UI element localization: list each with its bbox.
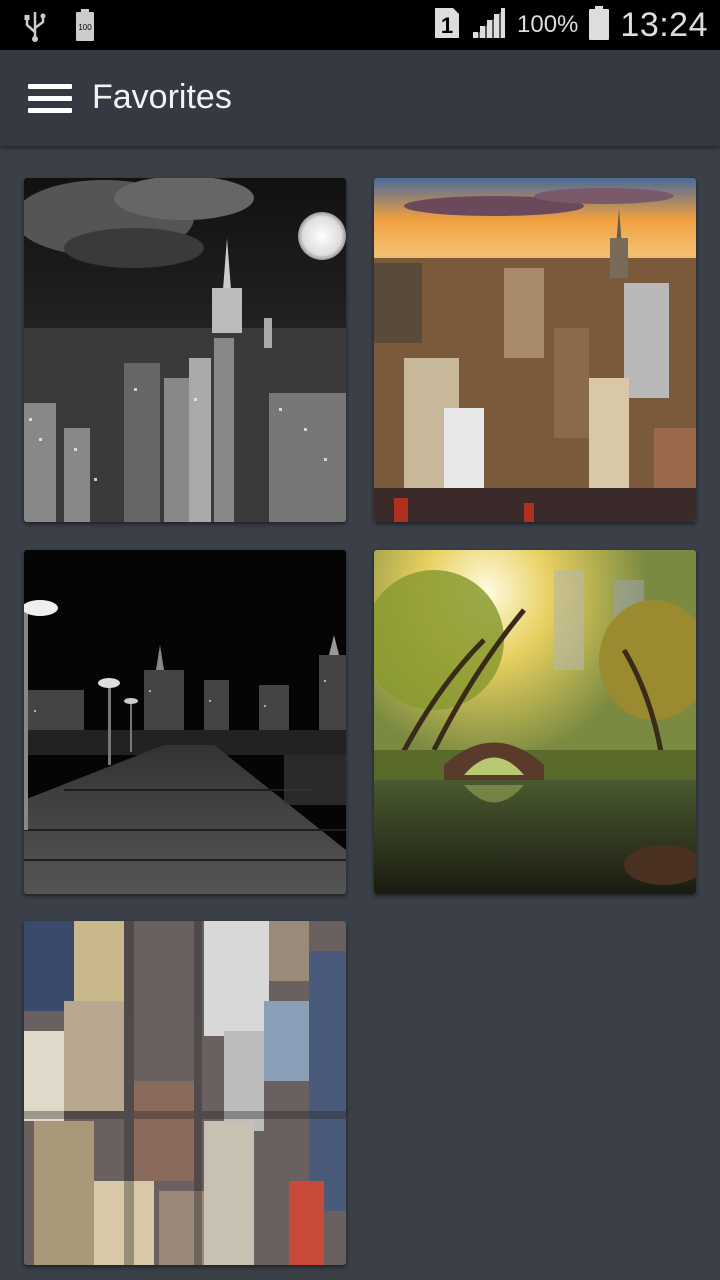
sim-slot-number: 1 xyxy=(441,13,453,38)
favorite-tile-night-city-moon[interactable] xyxy=(24,178,346,522)
battery-saver-badge: 100 xyxy=(78,23,92,32)
favorite-tile-night-pier[interactable] xyxy=(24,550,346,894)
signal-icon xyxy=(471,6,507,45)
status-bar: 100 1 100% 13:24 xyxy=(0,0,720,50)
sim-icon: 1 xyxy=(433,6,461,45)
app-bar: Favorites xyxy=(0,50,720,146)
favorite-tile-park-bridge[interactable] xyxy=(374,550,696,894)
hamburger-menu-icon[interactable] xyxy=(20,72,82,124)
battery-percent: 100% xyxy=(517,11,579,38)
clock: 13:24 xyxy=(620,5,708,44)
battery-icon xyxy=(588,5,610,46)
usb-icon xyxy=(22,8,48,47)
favorite-tile-city-aerial[interactable] xyxy=(24,921,346,1265)
page-title: Favorites xyxy=(92,78,232,116)
favorite-tile-city-sunset[interactable] xyxy=(374,178,696,522)
battery-small-icon: 100 xyxy=(74,8,96,47)
